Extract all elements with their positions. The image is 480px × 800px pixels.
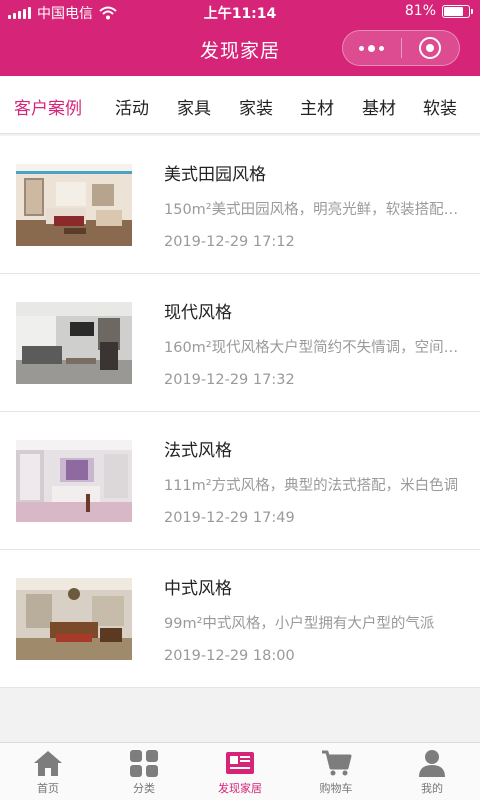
tab-events[interactable]: 活动 xyxy=(115,94,149,119)
mini-program-capsule xyxy=(342,30,460,66)
article-description: 99m²中式风格，小户型拥有大户型的气派 xyxy=(164,616,435,632)
article-title: 现代风格 xyxy=(164,303,232,323)
tabbar-item-discover[interactable]: 发现家居 xyxy=(192,743,288,800)
news-icon xyxy=(226,752,254,774)
close-mini-program-button[interactable] xyxy=(401,31,459,65)
article-date: 2019-12-29 17:32 xyxy=(164,372,295,388)
battery-percent: 81% xyxy=(404,3,436,19)
tabbar-label: 首页 xyxy=(37,782,59,795)
more-menu-button[interactable] xyxy=(343,31,401,65)
tabbar-label: 我的 xyxy=(421,782,443,795)
article-thumbnail xyxy=(16,440,132,522)
tab-base-materials[interactable]: 基材 xyxy=(362,94,396,119)
article-description: 111m²方式风格，典型的法式搭配，米白色调 xyxy=(164,478,459,494)
tabbar-item-cart[interactable]: 购物车 xyxy=(288,743,384,800)
article-title: 中式风格 xyxy=(164,579,232,599)
article-description: 160m²现代风格大户型简约不失情调，空间开阔 xyxy=(164,340,466,356)
article-thumbnail xyxy=(16,302,132,384)
bottom-tab-bar: 首页 分类 发现家居 购物车 我的 xyxy=(0,742,480,800)
tab-soft-furnishing[interactable]: 软装 xyxy=(423,94,457,119)
tabbar-label: 发现家居 xyxy=(218,782,262,795)
article-date: 2019-12-29 17:12 xyxy=(164,234,295,250)
article-date: 2019-12-29 17:49 xyxy=(164,510,295,526)
tabbar-item-category[interactable]: 分类 xyxy=(96,743,192,800)
target-icon xyxy=(419,37,442,59)
cart-icon xyxy=(322,750,352,776)
article-item[interactable]: 现代风格 160m²现代风格大户型简约不失情调，空间开阔 2019-12-29 … xyxy=(0,274,480,412)
app-header: 中国电信 上午11:14 81% 发现家居 xyxy=(0,0,480,76)
tabbar-item-home[interactable]: 首页 xyxy=(0,743,96,800)
tabbar-label: 分类 xyxy=(133,782,155,795)
more-dots-icon xyxy=(359,44,385,52)
tab-furniture[interactable]: 家具 xyxy=(177,94,211,119)
article-title: 美式田园风格 xyxy=(164,165,266,185)
tabbar-item-profile[interactable]: 我的 xyxy=(384,743,480,800)
article-thumbnail xyxy=(16,578,132,660)
category-grid-icon xyxy=(130,750,158,777)
user-icon xyxy=(419,750,445,777)
article-description: 150m²美式田园风格，明亮光鲜，软装搭配得当 xyxy=(164,202,466,218)
tab-decoration[interactable]: 家装 xyxy=(239,94,273,119)
article-item[interactable]: 美式田园风格 150m²美式田园风格，明亮光鲜，软装搭配得当 2019-12-2… xyxy=(0,136,480,274)
tab-main-materials[interactable]: 主材 xyxy=(300,94,334,119)
article-title: 法式风格 xyxy=(164,441,232,461)
article-thumbnail xyxy=(16,164,132,246)
category-tabs: 客户案例 活动 家具 家装 主材 基材 软装 xyxy=(0,76,480,134)
tabbar-label: 购物车 xyxy=(319,782,353,795)
article-item[interactable]: 中式风格 99m²中式风格，小户型拥有大户型的气派 2019-12-29 18:… xyxy=(0,550,480,688)
status-bar: 中国电信 上午11:14 81% xyxy=(0,0,480,24)
home-icon xyxy=(34,751,62,776)
article-item[interactable]: 法式风格 111m²方式风格，典型的法式搭配，米白色调 2019-12-29 1… xyxy=(0,412,480,550)
article-date: 2019-12-29 18:00 xyxy=(164,648,295,664)
article-list: 美式田园风格 150m²美式田园风格，明亮光鲜，软装搭配得当 2019-12-2… xyxy=(0,136,480,688)
tab-customer-cases[interactable]: 客户案例 xyxy=(14,94,82,119)
battery-icon xyxy=(442,4,473,18)
